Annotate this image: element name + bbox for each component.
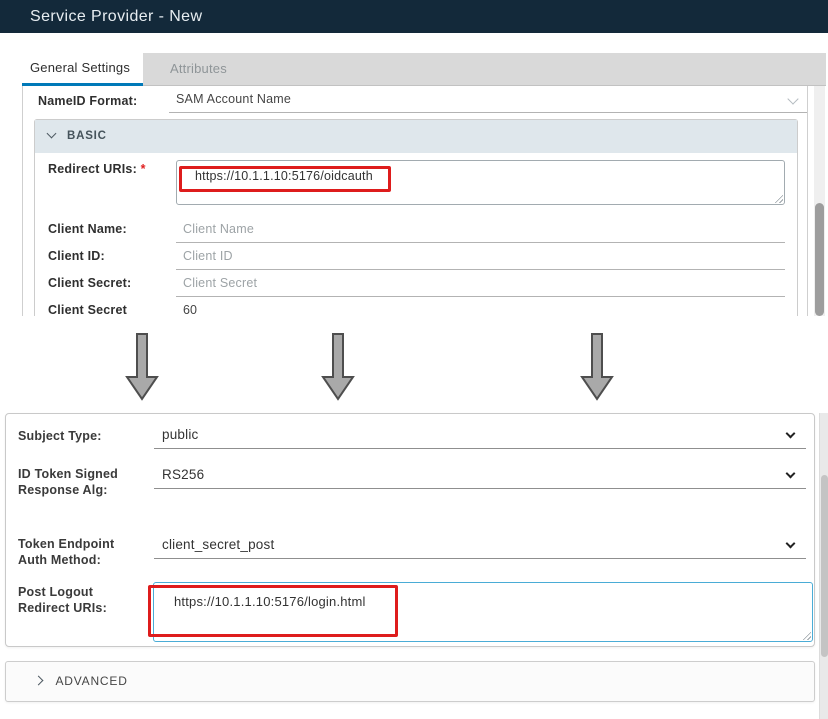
tab-bar: [143, 53, 826, 86]
client-secret-input[interactable]: [176, 269, 785, 297]
tab-general-settings-label: General Settings: [30, 60, 130, 75]
window-title-bar: Service Provider - New: [0, 0, 828, 33]
down-arrow-annotation: [124, 332, 160, 402]
chevron-down-icon: [47, 129, 57, 139]
id-token-alg-label: ID Token Signed Response Alg:: [18, 466, 118, 498]
nameid-format-value: SAM Account Name: [169, 86, 807, 113]
subject-type-select[interactable]: public: [154, 421, 806, 449]
scrollbar-thumb[interactable]: [815, 203, 824, 316]
advanced-section-title: ADVANCED: [55, 674, 127, 688]
id-token-alg-value: RS256: [154, 461, 806, 489]
client-id-label: Client ID:: [48, 249, 105, 263]
tab-attributes[interactable]: Attributes: [170, 53, 227, 85]
basic-section-title: BASIC: [67, 130, 107, 142]
scrollbar-track: [814, 86, 825, 316]
scrollbar-track: [819, 413, 828, 719]
subject-type-label: Subject Type:: [18, 428, 102, 444]
nameid-format-label: NameID Format:: [38, 94, 137, 108]
redirect-uris-field-wrap: https://10.1.1.10:5176/oidcauth: [176, 160, 785, 205]
required-asterisk: *: [141, 162, 146, 176]
post-logout-textarea[interactable]: https://10.1.1.10:5176/login.html: [153, 582, 813, 642]
post-logout-field-wrap: https://10.1.1.10:5176/login.html: [153, 582, 813, 642]
client-name-input[interactable]: [176, 215, 785, 243]
client-secret-expiry-input[interactable]: 60: [183, 303, 197, 316]
basic-section: BASIC Redirect URIs: * https://10.1.1.10…: [34, 119, 798, 316]
token-endpoint-value: client_secret_post: [154, 531, 806, 559]
subject-type-value: public: [154, 421, 806, 449]
post-logout-label: Post Logout Redirect URIs:: [18, 584, 118, 616]
token-endpoint-select[interactable]: client_secret_post: [154, 531, 806, 559]
scrollbar-thumb[interactable]: [821, 475, 828, 657]
redirect-uris-label: Redirect URIs: *: [48, 162, 146, 176]
id-token-alg-select[interactable]: RS256: [154, 461, 806, 489]
screenshot-root: Service Provider - New General Settings …: [0, 0, 828, 719]
tab-general-settings[interactable]: General Settings: [22, 53, 143, 86]
page-title: Service Provider - New: [30, 8, 202, 25]
client-name-label: Client Name:: [48, 222, 127, 236]
chevron-right-icon: [34, 676, 44, 686]
basic-section-header[interactable]: BASIC: [35, 120, 797, 153]
nameid-format-select[interactable]: SAM Account Name: [169, 86, 807, 113]
tab-attributes-label: Attributes: [170, 61, 227, 76]
down-arrow-annotation: [579, 332, 615, 402]
advanced-section-header[interactable]: ADVANCED: [5, 661, 815, 702]
client-id-input[interactable]: [176, 242, 785, 270]
general-settings-panel: NameID Format: SAM Account Name BASIC Re…: [22, 86, 808, 316]
client-secret-label: Client Secret:: [48, 276, 131, 290]
client-secret-expiry-label: Client Secret: [48, 303, 127, 316]
oidc-settings-panel: Subject Type: public ID Token Signed Res…: [5, 413, 815, 647]
token-endpoint-label: Token Endpoint Auth Method:: [18, 536, 130, 568]
redirect-uris-textarea[interactable]: https://10.1.1.10:5176/oidcauth: [176, 160, 785, 205]
down-arrow-annotation: [320, 332, 356, 402]
